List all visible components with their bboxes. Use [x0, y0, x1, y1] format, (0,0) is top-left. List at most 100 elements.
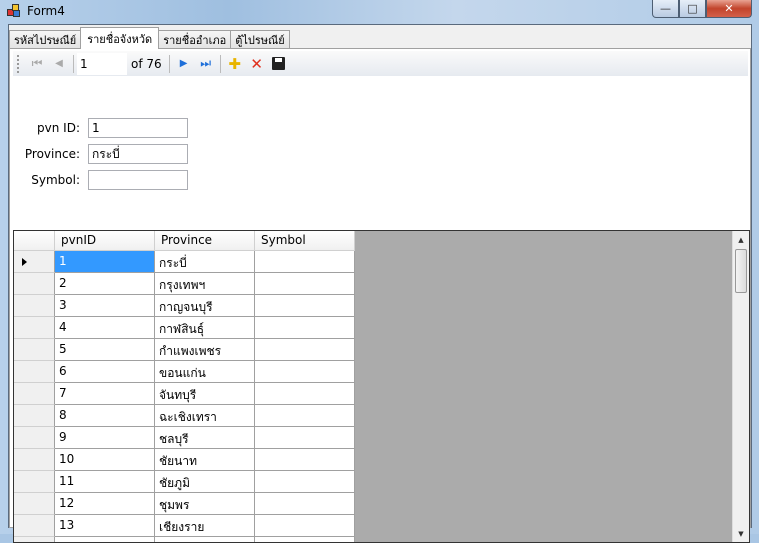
cell-province[interactable]: กรุงเทพฯ: [155, 273, 255, 295]
cell-symbol[interactable]: [255, 427, 355, 449]
table-row[interactable]: 3 กาญจนบุรี: [14, 295, 355, 317]
cell-province[interactable]: กาฬสินธุ์: [155, 317, 255, 339]
cell-pvnid[interactable]: 6: [55, 361, 155, 383]
symbol-input[interactable]: [88, 170, 188, 190]
cell-province[interactable]: กำแพงเพชร: [155, 339, 255, 361]
cell-pvnid[interactable]: 3: [55, 295, 155, 317]
provinces-grid[interactable]: pvnID Province Symbol 1 กระบี่ 2 กรุงเทพฯ 3 ก…: [13, 230, 750, 543]
row-header[interactable]: [14, 493, 55, 515]
cell-pvnid[interactable]: 8: [55, 405, 155, 427]
cell-symbol[interactable]: [255, 361, 355, 383]
separator: [219, 54, 221, 73]
cell-pvnid[interactable]: 2: [55, 273, 155, 295]
row-header[interactable]: [14, 361, 55, 383]
cell-symbol[interactable]: [255, 251, 355, 273]
table-row[interactable]: 8 ฉะเชิงเทรา: [14, 405, 355, 427]
table-row[interactable]: 2 กรุงเทพฯ: [14, 273, 355, 295]
row-header[interactable]: [14, 339, 55, 361]
table-row[interactable]: 9 ชลบุรี: [14, 427, 355, 449]
cell-symbol[interactable]: [255, 449, 355, 471]
cell-province[interactable]: ฉะเชิงเทรา: [155, 405, 255, 427]
separator: [73, 54, 74, 73]
cell-province[interactable]: [155, 537, 255, 542]
cell-pvnid[interactable]: 5: [55, 339, 155, 361]
cell-symbol[interactable]: [255, 273, 355, 295]
cell-province[interactable]: ชัยภูมิ: [155, 471, 255, 493]
table-row[interactable]: 1 กระบี่: [14, 251, 355, 273]
table-row[interactable]: 4 กาฬสินธุ์: [14, 317, 355, 339]
column-header-symbol[interactable]: Symbol: [255, 231, 355, 251]
cell-pvnid[interactable]: 9: [55, 427, 155, 449]
cell-pvnid[interactable]: 7: [55, 383, 155, 405]
cell-symbol[interactable]: [255, 339, 355, 361]
province-input[interactable]: [88, 144, 188, 164]
cell-pvnid[interactable]: [55, 537, 155, 542]
vertical-scrollbar[interactable]: ▲ ▼: [732, 231, 749, 542]
cell-province[interactable]: ชัยนาท: [155, 449, 255, 471]
tab-strip: รหัสไปรษณีย์ รายชื่อจังหวัด รายชื่ออำเภอ…: [9, 27, 290, 49]
cell-symbol[interactable]: [255, 383, 355, 405]
pvn-id-input[interactable]: [88, 118, 188, 138]
table-row[interactable]: 10 ชัยนาท: [14, 449, 355, 471]
row-header[interactable]: [14, 427, 55, 449]
tab-mailboxes[interactable]: ตู้ไปรษณีย์: [230, 30, 290, 49]
close-button[interactable]: ✕: [706, 0, 752, 18]
row-header[interactable]: [14, 405, 55, 427]
row-header[interactable]: [14, 449, 55, 471]
tab-districts[interactable]: รายชื่ออำเภอ: [158, 30, 232, 49]
row-header[interactable]: [14, 317, 55, 339]
minimize-button[interactable]: —: [652, 0, 679, 18]
tab-page-provinces: ⏮ ◀ of 76 ▶ ⏭ ✚ ✕ pvn ID: Province: Symb…: [9, 48, 751, 543]
cell-symbol[interactable]: [255, 471, 355, 493]
cell-symbol[interactable]: [255, 537, 355, 542]
table-row[interactable]: 7 จันทบุรี: [14, 383, 355, 405]
binding-navigator: ⏮ ◀ of 76 ▶ ⏭ ✚ ✕: [13, 51, 748, 76]
cell-symbol[interactable]: [255, 317, 355, 339]
cell-pvnid[interactable]: 1: [55, 251, 155, 273]
cell-province[interactable]: กระบี่: [155, 251, 255, 273]
cell-province[interactable]: ชลบุรี: [155, 427, 255, 449]
toolbar-grip[interactable]: [17, 54, 20, 73]
cell-pvnid[interactable]: 12: [55, 493, 155, 515]
table-row[interactable]: 5 กำแพงเพชร: [14, 339, 355, 361]
header-corner[interactable]: [14, 231, 55, 251]
row-header[interactable]: [14, 471, 55, 493]
cell-province[interactable]: จันทบุรี: [155, 383, 255, 405]
table-row[interactable]: 12 ชุมพร: [14, 493, 355, 515]
cell-pvnid[interactable]: 4: [55, 317, 155, 339]
scroll-thumb[interactable]: [735, 249, 747, 293]
cell-symbol[interactable]: [255, 493, 355, 515]
scroll-up-icon[interactable]: ▲: [733, 231, 749, 248]
cell-province[interactable]: ชุมพร: [155, 493, 255, 515]
row-header[interactable]: [14, 383, 55, 405]
move-first-icon[interactable]: ⏮: [26, 53, 48, 75]
row-header[interactable]: [14, 251, 55, 273]
move-next-icon[interactable]: ▶: [173, 53, 195, 75]
province-label: Province:: [24, 147, 80, 161]
maximize-button[interactable]: □: [679, 0, 706, 18]
column-header-province[interactable]: Province: [155, 231, 255, 251]
cell-pvnid[interactable]: 10: [55, 449, 155, 471]
row-header[interactable]: [14, 295, 55, 317]
tab-postal-code[interactable]: รหัสไปรษณีย์: [9, 30, 82, 49]
save-icon[interactable]: [268, 53, 290, 75]
cell-province[interactable]: ขอนแก่น: [155, 361, 255, 383]
delete-icon[interactable]: ✕: [246, 53, 268, 75]
row-header[interactable]: [14, 537, 55, 542]
move-last-icon[interactable]: ⏭: [195, 53, 217, 75]
grid-rows: 1 กระบี่ 2 กรุงเทพฯ 3 กาญจนบุรี 4 กาฬสินธุ์ 5 กำแ…: [14, 251, 355, 542]
app-icon: [7, 4, 21, 18]
column-header-pvnid[interactable]: pvnID: [55, 231, 155, 251]
table-row[interactable]: [14, 537, 355, 542]
tab-provinces[interactable]: รายชื่อจังหวัด: [80, 27, 160, 49]
add-new-icon[interactable]: ✚: [224, 53, 246, 75]
table-row[interactable]: 6 ขอนแก่น: [14, 361, 355, 383]
row-header[interactable]: [14, 273, 55, 295]
cell-pvnid[interactable]: 11: [55, 471, 155, 493]
cell-symbol[interactable]: [255, 295, 355, 317]
cell-symbol[interactable]: [255, 405, 355, 427]
position-input[interactable]: [77, 52, 127, 75]
move-previous-icon[interactable]: ◀: [48, 53, 70, 75]
cell-province[interactable]: กาญจนบุรี: [155, 295, 255, 317]
table-row[interactable]: 11 ชัยภูมิ: [14, 471, 355, 493]
